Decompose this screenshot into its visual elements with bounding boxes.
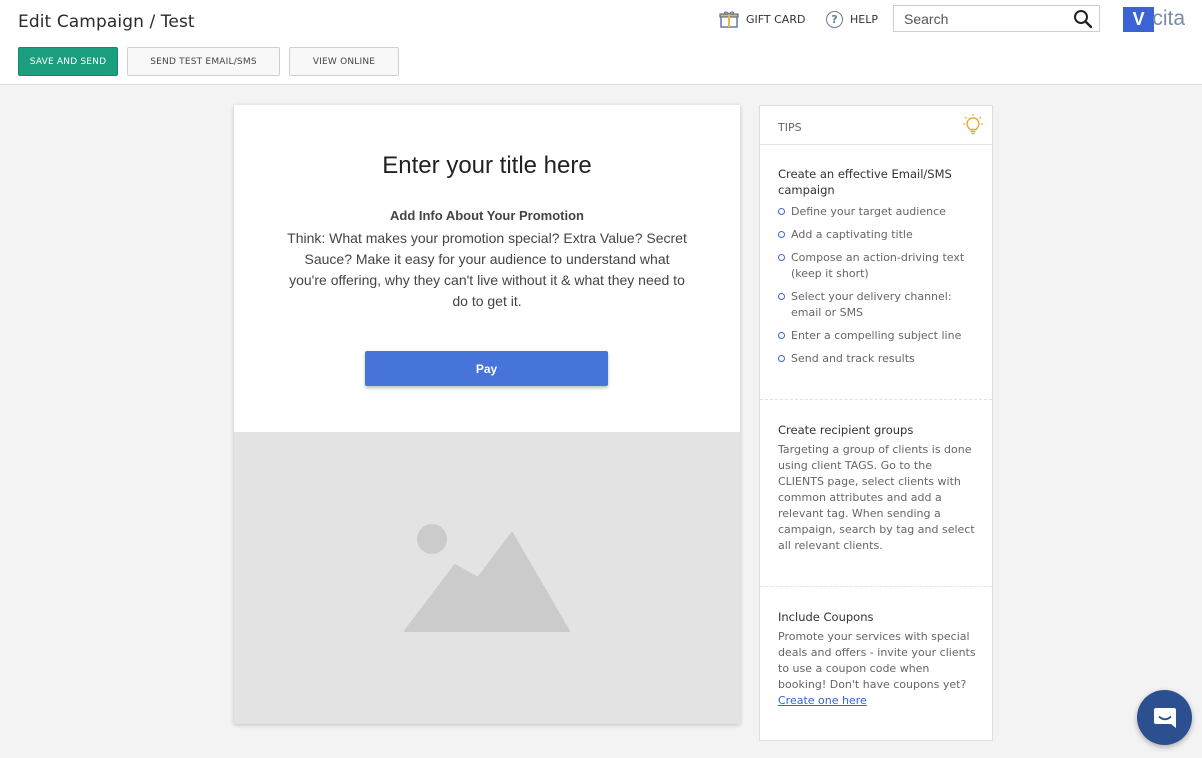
bullet-icon [778, 231, 785, 238]
tip-section-recipient-groups: Create recipient groups Targeting a grou… [760, 422, 992, 587]
tip-section-text: Promote your services with special deals… [778, 629, 978, 709]
bullet-icon [778, 355, 785, 362]
help-label: HELP [850, 12, 878, 26]
help-icon: ? [826, 10, 843, 28]
image-placeholder-icon [404, 524, 570, 632]
search-box [893, 5, 1100, 32]
view-online-button[interactable]: VIEW ONLINE [289, 47, 399, 76]
tip-section-title: Create recipient groups [778, 423, 914, 437]
create-coupon-link[interactable]: Create one here [778, 694, 867, 707]
campaign-title-text[interactable]: Enter your title here [234, 152, 740, 180]
lightbulb-icon [963, 114, 983, 135]
search-icon[interactable] [1073, 9, 1093, 29]
tip-section-effective-campaign: Create an effective Email/SMS campaign D… [760, 166, 992, 400]
tip-list: Define your target audience Add a captiv… [778, 204, 978, 374]
gift-icon [719, 11, 739, 28]
list-item: Compose an action-driving text (keep it … [778, 250, 978, 282]
top-bar: Edit Campaign / Test SAVE AND SEND SEND … [0, 0, 1202, 85]
save-and-send-button[interactable]: SAVE AND SEND [18, 47, 118, 76]
bullet-icon [778, 293, 785, 300]
help-link[interactable]: ? HELP [826, 10, 878, 28]
promotion-subheading[interactable]: Add Info About Your Promotion [234, 208, 740, 223]
chat-icon [1153, 707, 1176, 728]
logo-mark: V [1123, 6, 1155, 32]
chat-launcher-button[interactable] [1137, 690, 1192, 745]
tip-section-coupons: Include Coupons Promote your services wi… [760, 609, 992, 740]
tip-section-title: Include Coupons [778, 610, 874, 624]
logo-text: cita [1152, 7, 1185, 30]
gift-card-link[interactable]: GIFT CARD [719, 10, 805, 28]
bullet-icon [778, 332, 785, 339]
list-item: Define your target audience [778, 204, 978, 220]
tips-header: TIPS [760, 106, 992, 145]
tips-panel: TIPS Create an effective Email/SMS campa… [759, 105, 993, 741]
image-placeholder[interactable] [234, 432, 740, 724]
tips-header-label: TIPS [778, 121, 802, 134]
search-input[interactable] [894, 6, 1072, 31]
promotion-body-text[interactable]: Think: What makes your promotion special… [286, 228, 688, 312]
coupon-tip-text: Promote your services with special deals… [778, 630, 976, 691]
bullet-icon [778, 254, 785, 261]
list-item: Select your delivery channel: email or S… [778, 289, 978, 321]
campaign-editor-canvas: Enter your title here Add Info About You… [234, 105, 740, 724]
pay-button[interactable]: Pay [365, 351, 608, 386]
vcita-logo[interactable]: V cita [1123, 5, 1185, 33]
list-item: Add a captivating title [778, 227, 978, 243]
bullet-icon [778, 208, 785, 215]
send-test-email-sms-button[interactable]: SEND TEST EMAIL/SMS [127, 47, 280, 76]
tip-section-text: Targeting a group of clients is done usi… [778, 443, 975, 552]
gift-card-label: GIFT CARD [746, 12, 806, 26]
list-item: Enter a compelling subject line [778, 328, 978, 344]
list-item: Send and track results [778, 351, 978, 367]
tip-section-title: Create an effective Email/SMS campaign [778, 167, 952, 197]
page-title: Edit Campaign / Test [18, 12, 195, 32]
